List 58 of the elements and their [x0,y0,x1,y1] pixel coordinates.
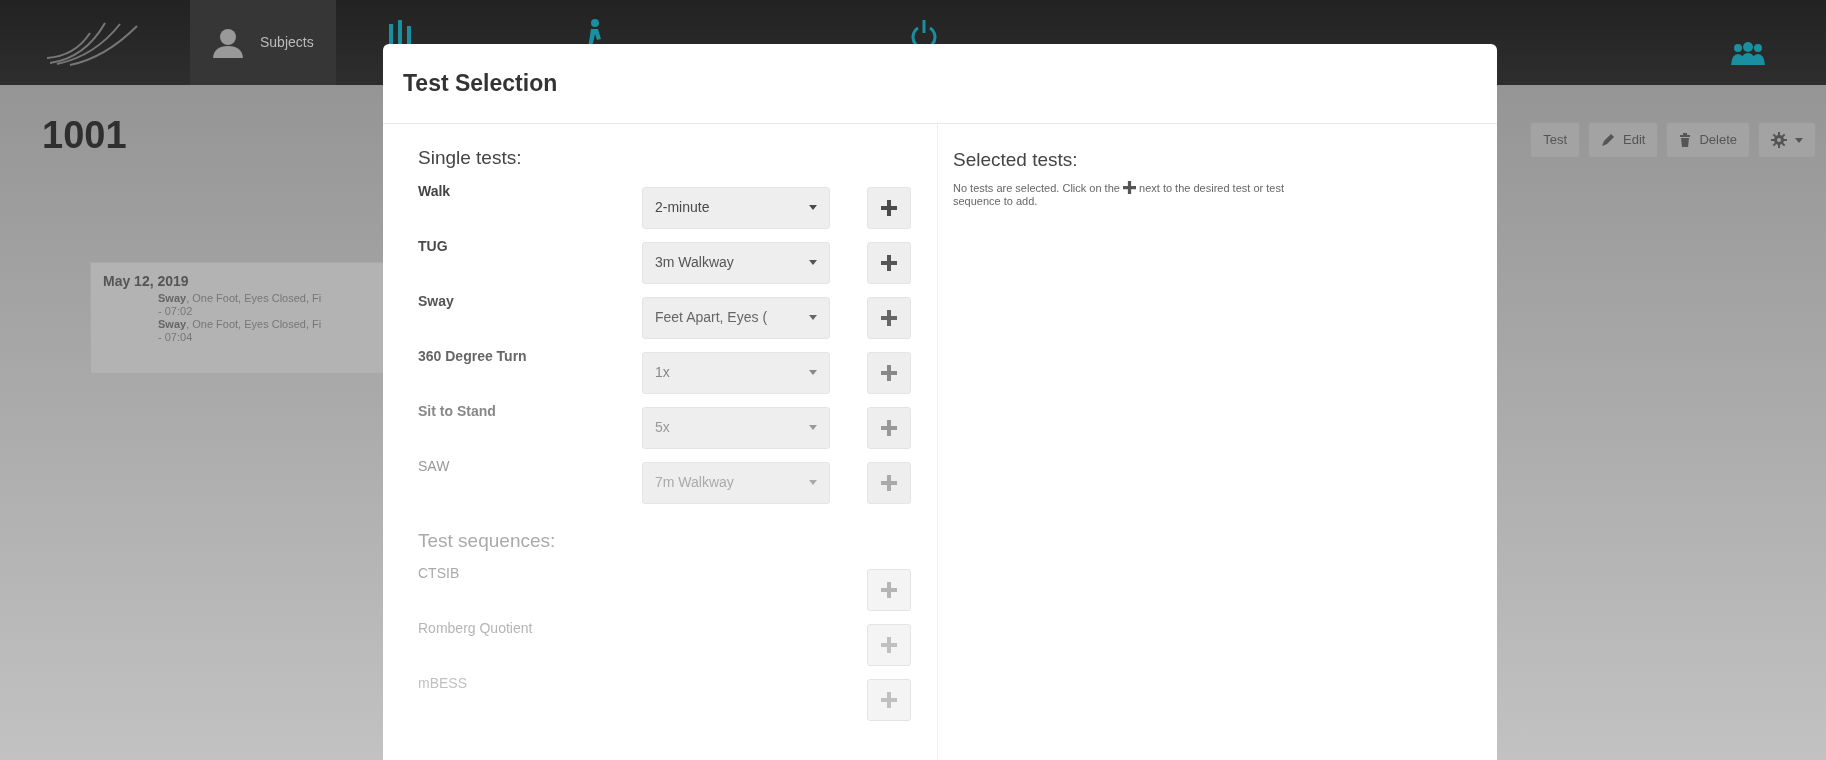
session-date: May 12, 2019 [103,272,190,291]
test-label: CTSIB [418,564,461,583]
test-label: Walk [418,181,452,201]
session-time: - 07:02 [158,305,194,318]
message-text: next to the desired test or test [1139,181,1284,194]
person-icon [212,27,244,58]
test-label: SAW [418,456,451,476]
test-label: Romberg Quotient [418,619,534,638]
plus-icon [881,309,897,326]
plus-icon [881,419,897,436]
message-text: No tests are selected. Click on the [953,181,1120,194]
plus-icon [881,637,897,653]
caret-icon [809,205,817,210]
test-button[interactable]: Test [1530,122,1580,158]
plus-icon [881,474,897,491]
edit-button[interactable]: Edit [1588,122,1659,158]
section-heading: Test sequences: [418,528,557,553]
users-icon [1730,40,1766,65]
option-select[interactable]: 5x [642,406,830,449]
option-select[interactable]: 7m Walkway [642,461,830,504]
plus-icon [881,692,897,708]
test-label: TUG [418,236,449,256]
caret-icon [809,260,817,265]
test-label: Sit to Stand [418,401,497,421]
message-text: sequence to add. [953,194,1038,208]
gear-icon [1771,132,1787,148]
delete-button[interactable]: Delete [1666,122,1750,158]
trash-icon [1679,133,1692,147]
session-time: - 07:04 [158,331,194,344]
add-button[interactable] [867,186,911,229]
plus-icon [881,582,897,598]
nav-tab[interactable]: Subjects [190,0,336,85]
section-heading: Selected tests: [953,148,1079,172]
modal-title: Test Selection [403,69,558,99]
pencil-icon [1601,133,1615,147]
caret-icon [809,480,817,485]
plus-icon [881,199,897,216]
plus-icon [881,364,897,381]
option-select[interactable]: 2-minute [642,186,830,229]
session-entry[interactable]: Sway, One Foot, Eyes Closed, Fi [158,318,383,331]
caret-icon [1795,137,1803,143]
settings-button[interactable] [1758,122,1816,158]
plus-icon [881,254,897,271]
option-select[interactable]: Feet Apart, Eyes ( [642,296,830,339]
test-label: 360 Degree Turn [418,346,528,366]
add-button[interactable] [867,241,911,284]
caret-icon [809,425,817,430]
plus-icon [1123,180,1136,194]
subject-title: 1001 [42,113,127,158]
caret-icon [809,315,817,320]
option-select[interactable]: 3m Walkway [642,241,830,284]
caret-icon [809,370,817,375]
session-entry[interactable]: Sway, One Foot, Eyes Closed, Fi [158,292,383,305]
add-button[interactable] [867,296,911,339]
test-label: Sway [418,291,455,311]
option-select[interactable]: 1x [642,351,830,394]
test-label: mBESS [418,674,468,693]
section-heading: Single tests: [418,146,523,170]
